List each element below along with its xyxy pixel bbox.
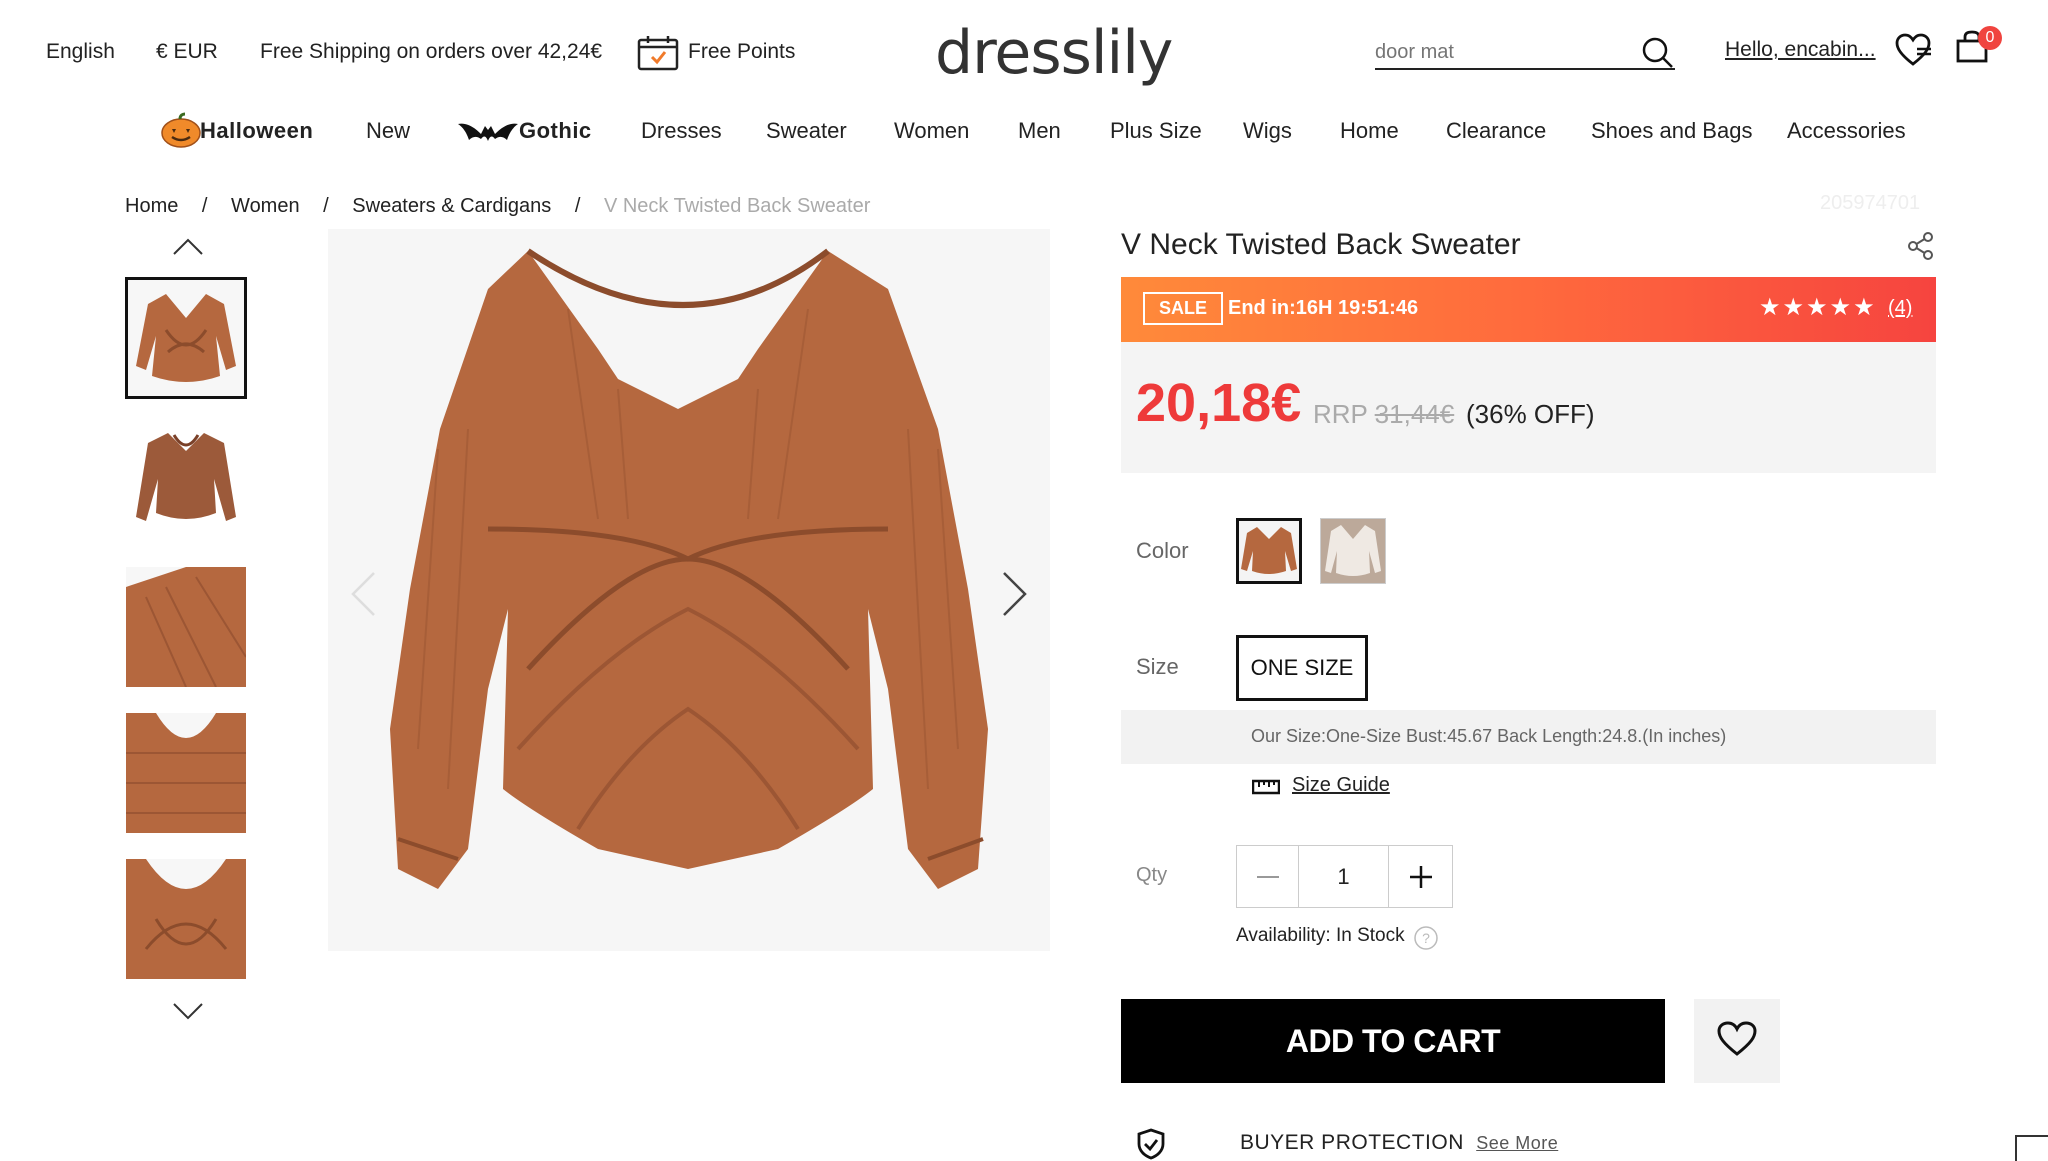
- account-link[interactable]: Hello, encabin...: [1725, 38, 1876, 62]
- thumbnail-1[interactable]: [125, 277, 247, 399]
- ruler-icon: [1251, 778, 1281, 801]
- shield-icon: [1136, 1128, 1166, 1161]
- rrp-value: 31,44€: [1374, 399, 1455, 429]
- corner-widget[interactable]: [2015, 1135, 2048, 1161]
- thumbnail-up-arrow-icon[interactable]: [172, 236, 204, 261]
- nav-item-women[interactable]: Women: [894, 118, 969, 144]
- availability-status: Availability: In Stock: [1236, 925, 1405, 946]
- color-label: Color: [1136, 538, 1189, 563]
- nav-item-men[interactable]: Men: [1018, 118, 1061, 144]
- product-sku: 205974701: [1820, 192, 1921, 214]
- currency-selector[interactable]: € EUR: [156, 40, 218, 64]
- thumbnail-3[interactable]: [126, 567, 246, 687]
- breadcrumb-separator: /: [201, 195, 208, 217]
- help-icon[interactable]: ?: [1413, 925, 1439, 956]
- next-image-arrow-icon[interactable]: [1002, 571, 1028, 622]
- top-bar: English € EUR Free Shipping on orders ov…: [0, 0, 2048, 105]
- review-count-link[interactable]: (4): [1888, 297, 1912, 320]
- nav-item-accessories[interactable]: Accessories: [1787, 118, 1906, 144]
- nav-item-home[interactable]: Home: [1340, 118, 1399, 144]
- qty-label: Qty: [1136, 864, 1168, 886]
- main-nav: Halloween New Gothic Dresses Sweater Wom…: [0, 108, 2048, 154]
- product-title: V Neck Twisted Back Sweater: [1121, 228, 1521, 261]
- qty-input[interactable]: 1: [1299, 846, 1389, 907]
- free-shipping-link[interactable]: Free Shipping on orders over 42,24€: [260, 40, 602, 64]
- size-details: Our Size:One-Size Bust:45.67 Back Length…: [1121, 710, 1936, 764]
- cart-count-badge: 0: [1978, 26, 2002, 50]
- price-box: 20,18€ RRP 31,44€ (36% OFF): [1121, 342, 1936, 473]
- breadcrumb-current: V Neck Twisted Back Sweater: [603, 195, 871, 217]
- search-box: [1375, 36, 1675, 70]
- quantity-stepper: 1: [1236, 845, 1453, 908]
- nav-item-wigs[interactable]: Wigs: [1243, 118, 1292, 144]
- nav-item-halloween[interactable]: Halloween: [200, 118, 313, 144]
- size-guide-link[interactable]: Size Guide: [1292, 774, 1390, 796]
- thumbnail-4[interactable]: [126, 713, 246, 833]
- buyer-protection: BUYER PROTECTION See More: [1240, 1131, 1558, 1155]
- discount-percent: (36% OFF): [1466, 399, 1595, 429]
- rrp-price: RRP 31,44€: [1313, 399, 1454, 430]
- thumbnail-2[interactable]: [126, 421, 246, 541]
- wishlist-icon[interactable]: [1895, 33, 1933, 72]
- bat-icon: [457, 114, 519, 149]
- rrp-label: RRP: [1313, 399, 1368, 429]
- prev-image-arrow-icon[interactable]: [350, 571, 376, 622]
- nav-item-sweater[interactable]: Sweater: [766, 118, 847, 144]
- svg-text:?: ?: [1422, 930, 1430, 946]
- heart-icon: [1717, 1020, 1757, 1062]
- share-icon[interactable]: [1908, 232, 1934, 265]
- nav-item-shoes-and-bags[interactable]: Shoes and Bags: [1591, 118, 1752, 144]
- sale-price: 20,18€: [1136, 373, 1302, 433]
- nav-item-gothic[interactable]: Gothic: [519, 118, 592, 144]
- site-logo[interactable]: dresslily: [935, 18, 1173, 88]
- calendar-icon: [637, 35, 679, 76]
- search-icon[interactable]: [1641, 36, 1675, 75]
- see-more-link[interactable]: See More: [1476, 1133, 1558, 1153]
- free-points-link[interactable]: Free Points: [688, 40, 795, 64]
- size-label: Size: [1136, 654, 1179, 679]
- add-to-cart-button[interactable]: ADD TO CART: [1121, 999, 1665, 1083]
- nav-item-dresses[interactable]: Dresses: [641, 118, 722, 144]
- sale-banner: SALE End in:16H 19:51:46 ★★★★★ (4): [1121, 277, 1936, 342]
- sale-tag: SALE: [1143, 292, 1224, 325]
- buyer-protection-label: BUYER PROTECTION: [1240, 1131, 1464, 1154]
- breadcrumb-separator: /: [323, 195, 329, 217]
- sale-countdown: End in:16H 19:51:46: [1228, 297, 1419, 319]
- search-input[interactable]: [1375, 36, 1625, 64]
- qty-decrease-button[interactable]: [1237, 846, 1299, 907]
- rating-stars: ★★★★★: [1759, 294, 1877, 321]
- qty-increase-button[interactable]: [1389, 846, 1452, 907]
- nav-item-new[interactable]: New: [366, 118, 410, 144]
- pumpkin-icon: [160, 112, 202, 153]
- color-swatch-brown[interactable]: [1236, 518, 1302, 584]
- thumbnail-5[interactable]: [126, 859, 246, 979]
- color-swatch-white[interactable]: [1320, 518, 1386, 584]
- thumbnail-down-arrow-icon[interactable]: [172, 1002, 204, 1027]
- breadcrumb: Home / Women / Sweaters & Cardigans / V …: [125, 195, 888, 218]
- language-selector[interactable]: English: [46, 40, 115, 64]
- breadcrumb-home[interactable]: Home: [125, 195, 178, 217]
- size-guide-row: Size Guide: [1251, 774, 1390, 797]
- breadcrumb-separator: /: [574, 195, 581, 217]
- main-product-image: [328, 229, 1050, 951]
- add-to-wishlist-button[interactable]: [1694, 999, 1780, 1083]
- nav-item-plus-size[interactable]: Plus Size: [1110, 118, 1202, 144]
- size-option-one-size[interactable]: ONE SIZE: [1236, 635, 1368, 701]
- nav-item-clearance[interactable]: Clearance: [1446, 118, 1546, 144]
- breadcrumb-sweaters[interactable]: Sweaters & Cardigans: [352, 195, 551, 217]
- breadcrumb-women[interactable]: Women: [231, 195, 300, 217]
